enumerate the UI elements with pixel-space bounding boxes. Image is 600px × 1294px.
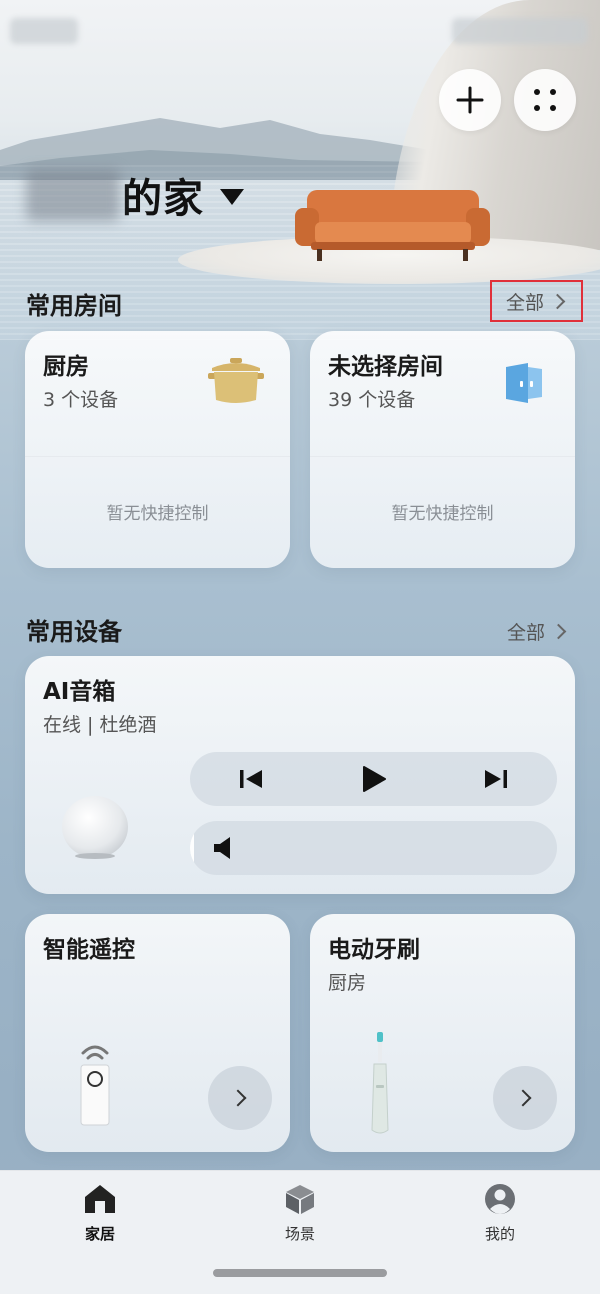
device-name: AI音箱 (43, 679, 116, 705)
skip-next-icon (485, 770, 507, 788)
device-card-smart-remote[interactable]: 智能遥控 (25, 914, 290, 1152)
devices-section-title: 常用设备 (26, 618, 122, 646)
caret-down-icon (220, 189, 244, 205)
tab-label: 场景 (284, 1225, 315, 1243)
tab-scenes[interactable]: 场景 (250, 1183, 350, 1244)
see-all-label: 全部 (506, 291, 545, 314)
open-device-button[interactable] (493, 1066, 557, 1130)
smart-speaker-image (62, 796, 128, 859)
speaker-volume-icon (214, 837, 230, 859)
room-name: 厨房 (43, 354, 89, 380)
home-icon (85, 1185, 115, 1213)
rooms-see-all-link[interactable]: 全部 (490, 280, 583, 322)
toothbrush-image (371, 1032, 389, 1134)
chevron-right-icon (514, 1089, 532, 1107)
room-device-count: 39 个设备 (328, 389, 416, 411)
pot-icon (208, 358, 264, 403)
room-name: 未选择房间 (328, 354, 443, 380)
user-avatar-icon (485, 1184, 515, 1214)
play-button[interactable] (347, 752, 401, 806)
playback-controls (190, 752, 557, 806)
open-device-button[interactable] (208, 1066, 272, 1130)
room-card-unassigned[interactable]: 未选择房间 39 个设备 暂无快捷控制 (310, 331, 575, 568)
no-quick-control-text: 暂无快捷控制 (106, 504, 209, 524)
home-indicator (213, 1269, 387, 1277)
volume-slider[interactable] (190, 821, 557, 875)
play-icon (363, 766, 386, 792)
bottom-tab-bar: 家居 场景 我的 (0, 1170, 600, 1294)
see-all-label: 全部 (507, 622, 546, 644)
volume-level (190, 821, 194, 875)
device-status: 在线 | 杜绝酒 (43, 714, 157, 736)
tab-home[interactable]: 家居 (50, 1183, 150, 1244)
device-name: 电动牙刷 (328, 937, 420, 963)
more-menu-button[interactable] (514, 69, 576, 131)
device-name: 智能遥控 (43, 937, 135, 963)
cube-icon (286, 1185, 314, 1214)
tab-profile[interactable]: 我的 (450, 1183, 550, 1244)
remote-control-image (80, 1045, 110, 1126)
redacted-name (26, 169, 120, 221)
chevron-right-icon (549, 293, 566, 309)
next-track-button[interactable] (469, 752, 523, 806)
previous-track-button[interactable] (224, 752, 278, 806)
chevron-right-icon (550, 623, 567, 640)
device-card-ai-speaker[interactable]: AI音箱 在线 | 杜绝酒 (25, 656, 575, 894)
home-selector[interactable]: 的家 (26, 165, 244, 225)
device-room: 厨房 (328, 972, 367, 994)
sofa-graphic (295, 190, 490, 261)
no-quick-control-text: 暂无快捷控制 (391, 504, 494, 524)
door-icon (506, 363, 542, 403)
tab-label: 我的 (484, 1225, 515, 1243)
plus-icon (456, 86, 484, 114)
devices-see-all-link[interactable]: 全部 (507, 618, 567, 645)
four-dots-icon (534, 89, 556, 111)
add-button[interactable] (439, 69, 501, 131)
device-card-electric-toothbrush[interactable]: 电动牙刷 厨房 (310, 914, 575, 1152)
chevron-right-icon (229, 1089, 247, 1107)
tab-label: 家居 (84, 1225, 115, 1243)
rooms-section-title: 常用房间 (26, 292, 122, 320)
room-card-kitchen[interactable]: 厨房 3 个设备 暂无快捷控制 (25, 331, 290, 568)
home-title: 的家 (122, 176, 204, 222)
room-device-count: 3 个设备 (43, 389, 119, 411)
skip-previous-icon (240, 770, 262, 788)
